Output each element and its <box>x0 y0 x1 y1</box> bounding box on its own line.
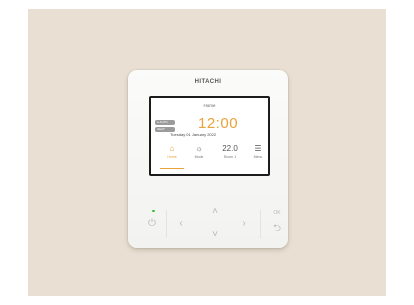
tab-menu-label: Menu <box>253 155 263 159</box>
tab-mode-label: Mode <box>194 155 204 159</box>
status-led <box>152 210 155 212</box>
right-button[interactable]: › <box>238 219 250 231</box>
power-icon: ⏻ <box>148 218 156 229</box>
menu-icon: ☰ <box>254 144 262 153</box>
room-temperature-value: 22.0 <box>222 144 238 153</box>
ok-button[interactable]: OK <box>271 210 283 222</box>
chevron-up-icon: ˄ <box>212 206 218 217</box>
status-badge-auto: ● AUTO <box>155 120 175 125</box>
house-icon: ⌂ <box>169 144 175 153</box>
chevron-right-icon: › <box>242 218 246 229</box>
power-button[interactable]: ⏻ <box>146 219 158 231</box>
back-button[interactable]: ⮌ <box>271 224 283 236</box>
sun-icon: ☼ <box>195 144 203 153</box>
down-button[interactable]: ˅ <box>209 230 221 242</box>
left-button[interactable]: ‹ <box>175 219 187 231</box>
tab-home[interactable]: ⌂ Home <box>160 142 184 169</box>
tab-menu[interactable]: ☰ Menu <box>246 142 270 170</box>
tab-room-label: Room 1 <box>223 155 237 159</box>
brand-logo: HITACHI <box>194 79 222 85</box>
screen-tab-bar: ⌂ Home ☼ Mode 22.0 Room 1 ☰ Menu <box>151 142 268 170</box>
chevron-left-icon: ‹ <box>179 218 183 229</box>
display-screen: Home ● AUTO HEAT 12:00 Tuesday 01 Januar… <box>149 96 270 176</box>
button-divider <box>260 210 261 238</box>
up-button[interactable]: ˄ <box>209 207 221 219</box>
chevron-down-icon: ˅ <box>212 229 218 240</box>
clock-time: 12:00 <box>198 115 239 132</box>
thermostat-controller: HITACHI Home ● AUTO HEAT 12:00 Tuesday 0… <box>128 70 288 248</box>
button-divider <box>166 210 167 238</box>
tab-home-label: Home <box>167 155 177 159</box>
tab-room-temperature[interactable]: 22.0 Room 1 <box>218 142 242 170</box>
clock-date: Tuesday 01 January 2022 <box>170 132 217 137</box>
screen-title: Home <box>203 103 216 108</box>
tab-mode[interactable]: ☼ Mode <box>187 142 211 170</box>
return-icon: ⮌ <box>272 223 281 234</box>
